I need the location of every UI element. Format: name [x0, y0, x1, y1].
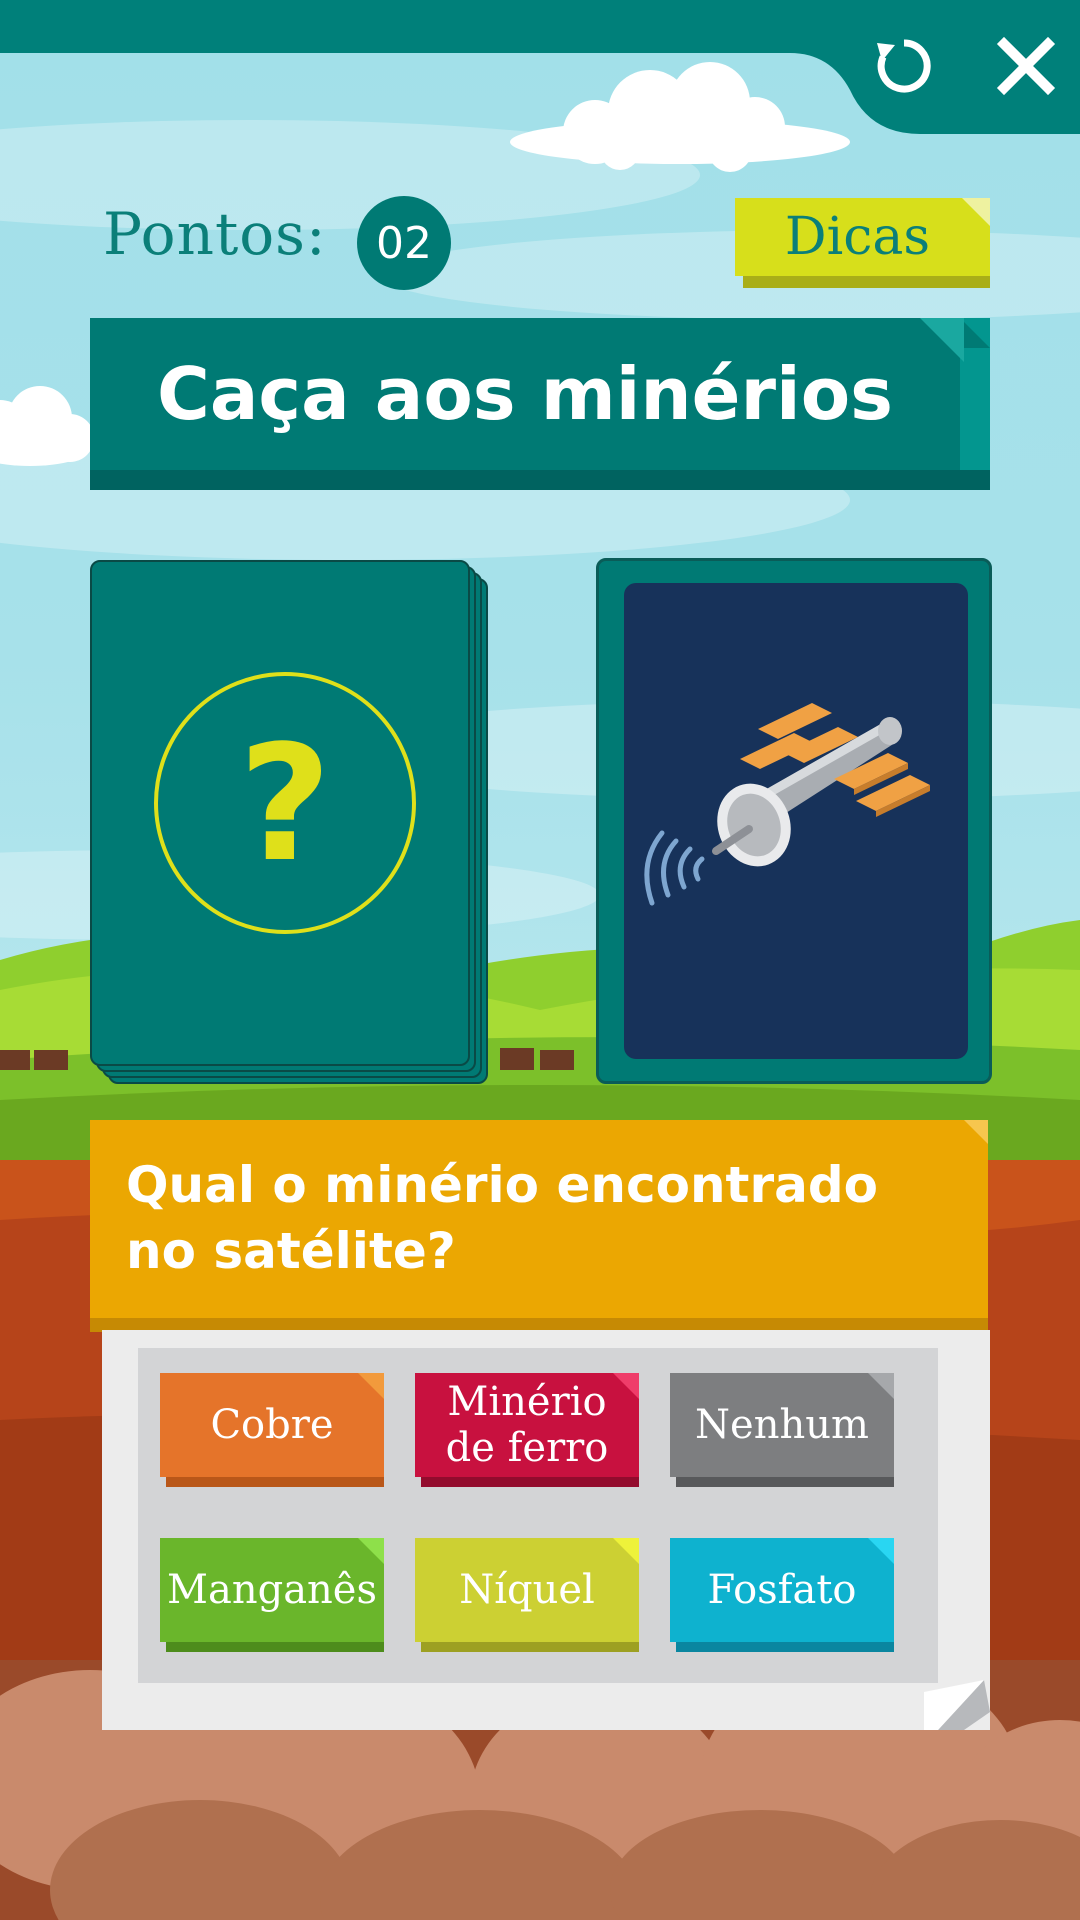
question-banner: Qual o minério encontrado no satélite? — [90, 1120, 988, 1332]
page-title: Caça aos minérios — [90, 318, 960, 470]
answer-button-nenhum[interactable]: Nenhum — [670, 1373, 894, 1487]
question-text: Qual o minério encontrado no satélite? — [90, 1120, 988, 1320]
mystery-card-deck[interactable]: ? — [90, 560, 490, 1086]
page-curl — [924, 1680, 990, 1730]
answer-label: Nenhum — [670, 1373, 894, 1477]
title-banner: Caça aos minérios — [90, 318, 990, 490]
reload-button[interactable] — [866, 28, 942, 104]
close-button[interactable] — [988, 28, 1064, 104]
reload-icon — [877, 39, 931, 93]
satellite-icon — [644, 703, 930, 906]
hints-button[interactable]: Dicas — [735, 198, 990, 288]
cloud-icon — [0, 386, 94, 466]
score-badge: 02 — [357, 196, 451, 290]
answer-label: Níquel — [415, 1538, 639, 1642]
answer-label: Fosfato — [670, 1538, 894, 1642]
answer-button-fosfato[interactable]: Fosfato — [670, 1538, 894, 1652]
answer-button-minerio-de-ferro[interactable]: Minério de ferro — [415, 1373, 639, 1487]
hints-button-label: Dicas — [735, 198, 990, 276]
mystery-card: ? — [90, 560, 470, 1066]
close-icon — [996, 36, 1056, 96]
answer-button-niquel[interactable]: Níquel — [415, 1538, 639, 1652]
answer-label: Minério de ferro — [415, 1373, 639, 1477]
answer-button-manganes[interactable]: Manganês — [160, 1538, 384, 1652]
image-card — [596, 558, 992, 1084]
answer-label: Cobre — [160, 1373, 384, 1477]
question-mark-icon: ? — [154, 672, 416, 934]
answer-label: Manganês — [160, 1538, 384, 1642]
score-label: Pontos: — [103, 200, 327, 268]
answer-button-cobre[interactable]: Cobre — [160, 1373, 384, 1487]
